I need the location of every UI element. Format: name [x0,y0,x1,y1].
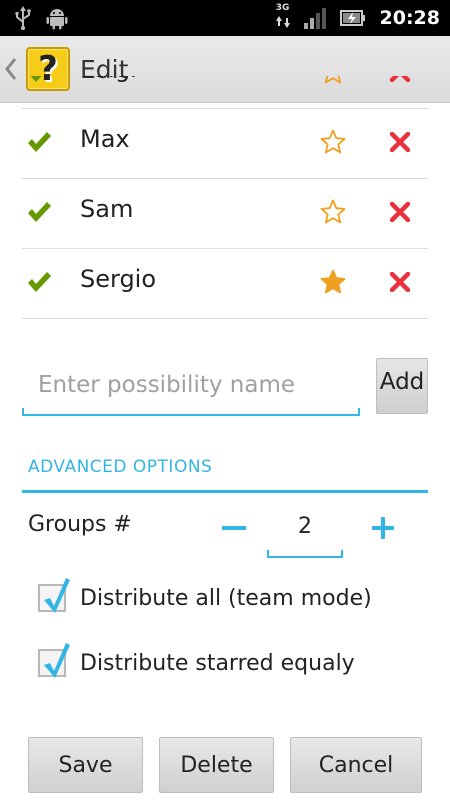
usb-icon [15,6,31,30]
list-item[interactable]: Sam [22,179,428,249]
star-icon[interactable] [320,129,346,155]
distribute-all-label: Distribute all (team mode) [80,585,372,611]
list-item[interactable]: Max [22,109,428,179]
chevron-left-icon[interactable] [2,54,20,84]
status-bar-system: 3G 20:28 [275,3,440,32]
cancel-button[interactable]: Cancel [290,737,422,793]
checkmark-icon [44,643,70,678]
android-icon [46,9,68,30]
star-icon[interactable] [320,199,346,225]
status-bar: 3G 20:28 [0,0,450,36]
remove-icon[interactable] [390,76,410,82]
possibility-name: Sergio [80,265,157,293]
section-divider [22,490,428,493]
network-3g-indicator: 3G [275,3,290,32]
list-item[interactable]: Sergio [22,249,428,319]
save-button[interactable]: Save [28,737,143,793]
increment-groups-button[interactable] [372,517,394,539]
possibility-list: Luigi Max Sam Sergio [22,76,428,354]
groups-label: Groups # [28,512,132,537]
input-underline [267,550,343,558]
status-bar-notifications [14,6,68,30]
delete-button[interactable]: Delete [159,737,274,793]
advanced-options-header: ADVANCED OPTIONS [28,457,213,477]
distribute-all-checkbox[interactable] [38,578,70,613]
list-item[interactable]: Luigi [22,76,428,109]
battery-charging-icon [339,10,365,26]
network-type-label: 3G [275,3,290,13]
star-icon[interactable] [320,269,346,295]
distribute-starred-checkbox[interactable] [38,643,70,678]
remove-icon[interactable] [390,202,410,222]
signal-strength-icon [303,8,326,29]
possibility-name: Luigi [80,76,137,83]
distribute-starred-option[interactable]: Distribute starred equaly [38,643,355,683]
groups-count-field[interactable]: 2 [267,508,343,558]
checkmark-icon [44,578,70,613]
possibility-name-field-wrap [22,360,360,416]
possibility-name-input[interactable] [22,360,360,410]
plus-icon-vertical [381,517,385,539]
check-icon[interactable] [27,201,51,223]
check-icon[interactable] [27,271,51,293]
remove-icon[interactable] [390,132,410,152]
check-icon[interactable] [27,76,51,83]
possibility-name: Sam [80,195,134,223]
decrement-groups-button[interactable] [222,526,246,530]
input-underline [22,408,360,416]
possibility-name: Max [80,125,130,153]
check-icon[interactable] [27,131,51,153]
distribute-starred-label: Distribute starred equaly [80,650,355,676]
add-button[interactable]: Add [376,358,428,414]
remove-icon[interactable] [390,272,410,292]
star-icon[interactable] [320,76,346,85]
data-arrows-icon [275,16,290,28]
groups-count-value: 2 [298,514,312,539]
clock: 20:28 [379,7,440,29]
distribute-all-option[interactable]: Distribute all (team mode) [38,578,372,618]
